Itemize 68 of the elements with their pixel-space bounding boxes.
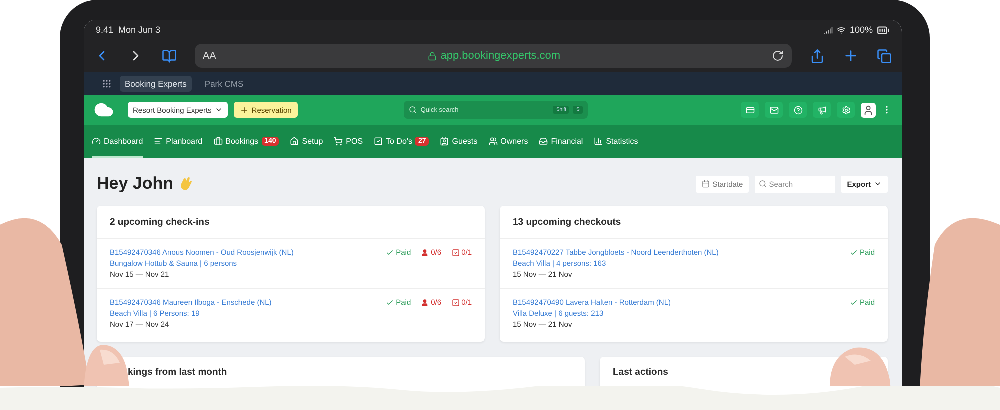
signal-icon	[824, 26, 833, 34]
url-text: app.bookingexperts.com	[440, 50, 561, 62]
nav-tab[interactable]: Statistics	[594, 125, 638, 158]
grid-icon[interactable]	[102, 78, 112, 88]
nav-tab[interactable]: Owners	[488, 125, 528, 158]
greeting-title: Hey John	[97, 174, 174, 194]
avatar[interactable]	[861, 102, 876, 118]
card-button[interactable]	[741, 102, 759, 118]
gauge-icon	[92, 137, 101, 146]
book-icon[interactable]	[162, 48, 177, 64]
nav-tab[interactable]: Guests	[440, 125, 478, 158]
thumb-drawing	[828, 345, 892, 386]
bar-chart-icon	[594, 137, 604, 146]
list-icon	[154, 137, 164, 146]
people-icon	[488, 137, 498, 146]
mail-button[interactable]	[765, 102, 783, 118]
search-icon	[759, 180, 768, 188]
bookmark-tab[interactable]: Park CMS	[200, 76, 249, 92]
nav-tab[interactable]: Planboard	[154, 125, 203, 158]
calendar-icon	[702, 180, 710, 188]
house-icon	[290, 137, 300, 146]
date: Mon Jun 3	[118, 25, 161, 35]
checkbox-icon	[374, 137, 384, 146]
reload-icon[interactable]	[772, 50, 784, 62]
contact-card-icon	[440, 137, 450, 146]
settings-icon	[842, 106, 850, 114]
new-tab-icon[interactable]	[843, 48, 859, 64]
check-icon	[850, 248, 858, 256]
battery-level: 100%	[850, 25, 873, 35]
card-title: 2 upcoming check-ins	[109, 216, 211, 230]
wifi-icon	[836, 26, 846, 34]
check-icon	[386, 248, 394, 256]
card-title: kings from last month	[127, 366, 228, 380]
nav-tab[interactable]: Setup	[290, 125, 324, 158]
search-icon	[408, 106, 417, 114]
settings-button[interactable]	[837, 102, 855, 118]
battery-icon	[877, 24, 890, 36]
checkbox-icon	[452, 298, 460, 306]
check-icon	[386, 298, 394, 306]
tabs-icon[interactable]	[877, 48, 892, 64]
nav-tab[interactable]: Financial	[539, 125, 584, 158]
megaphone-icon	[818, 106, 826, 114]
caret-icon	[214, 106, 223, 114]
card-title: 13 upcoming checkouts	[512, 216, 622, 230]
caret-icon	[874, 180, 882, 188]
lock-icon	[428, 52, 437, 60]
text-size-button[interactable]: AA	[203, 50, 216, 62]
checkbox-icon	[452, 248, 460, 256]
card-icon	[746, 106, 754, 114]
briefcase-icon	[214, 137, 223, 146]
person-icon	[421, 248, 430, 256]
megaphone-button[interactable]	[813, 102, 831, 118]
check-icon	[850, 298, 858, 306]
card-title: Last actions	[612, 366, 670, 380]
address-bar[interactable]: AA app.bookingexperts.com	[195, 44, 792, 68]
cart-icon	[334, 137, 344, 146]
nav-tab[interactable]: POS	[334, 125, 364, 158]
mail-icon	[770, 106, 778, 114]
inbox-icon	[539, 137, 548, 146]
bookmark-tab[interactable]: Booking Experts	[120, 76, 192, 92]
help-button[interactable]	[789, 102, 807, 118]
help-icon	[794, 106, 802, 114]
person-icon	[863, 104, 874, 116]
share-icon[interactable]	[810, 48, 825, 64]
nav-tab[interactable]: Dashboard	[92, 125, 144, 158]
clock: 9.41	[96, 25, 114, 35]
person-icon	[421, 298, 430, 306]
plus-icon	[240, 106, 249, 114]
